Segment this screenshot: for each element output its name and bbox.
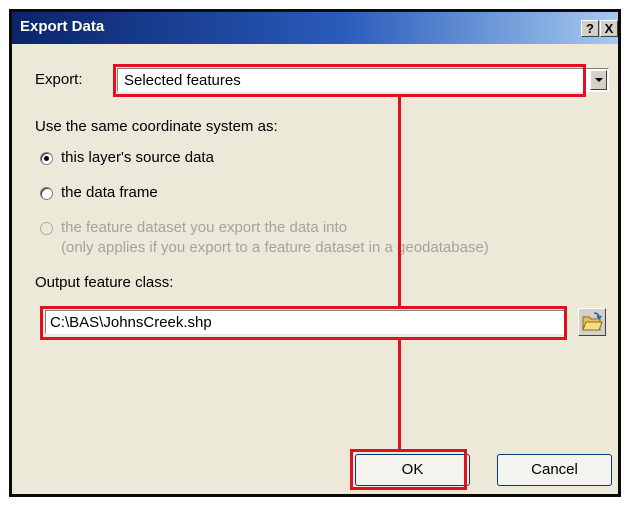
help-icon: ? <box>586 21 594 36</box>
folder-open-icon <box>582 312 603 331</box>
radio-source-data[interactable] <box>40 152 53 165</box>
radio-data-frame-label[interactable]: the data frame <box>61 184 158 201</box>
window-title: Export Data <box>20 18 105 35</box>
radio-data-frame[interactable] <box>40 187 53 200</box>
connector-line-lower <box>398 340 401 449</box>
ok-highlight-box <box>350 449 467 490</box>
export-highlight-box <box>113 64 586 97</box>
radio-feature-dataset-label: the feature dataset you export the data … <box>61 219 348 236</box>
coordinate-system-heading: Use the same coordinate system as: <box>35 118 278 135</box>
title-bar[interactable]: Export Data ? X <box>12 12 618 44</box>
feature-dataset-note: (only applies if you export to a feature… <box>61 239 489 256</box>
chevron-down-icon[interactable] <box>590 70 607 90</box>
export-label: Export: <box>35 71 83 88</box>
cancel-button[interactable]: Cancel <box>497 454 612 486</box>
close-icon: X <box>604 21 614 36</box>
export-data-dialog: Export Data ? X Export: Selected feature… <box>9 9 621 497</box>
radio-source-data-label[interactable]: this layer's source data <box>61 149 214 166</box>
output-feature-class-label: Output feature class: <box>35 274 174 291</box>
browse-button[interactable] <box>578 308 606 336</box>
close-button[interactable]: X <box>600 20 618 37</box>
output-highlight-box <box>40 306 567 340</box>
help-button[interactable]: ? <box>581 20 599 37</box>
connector-line-upper <box>398 97 401 306</box>
radio-feature-dataset <box>40 222 53 235</box>
